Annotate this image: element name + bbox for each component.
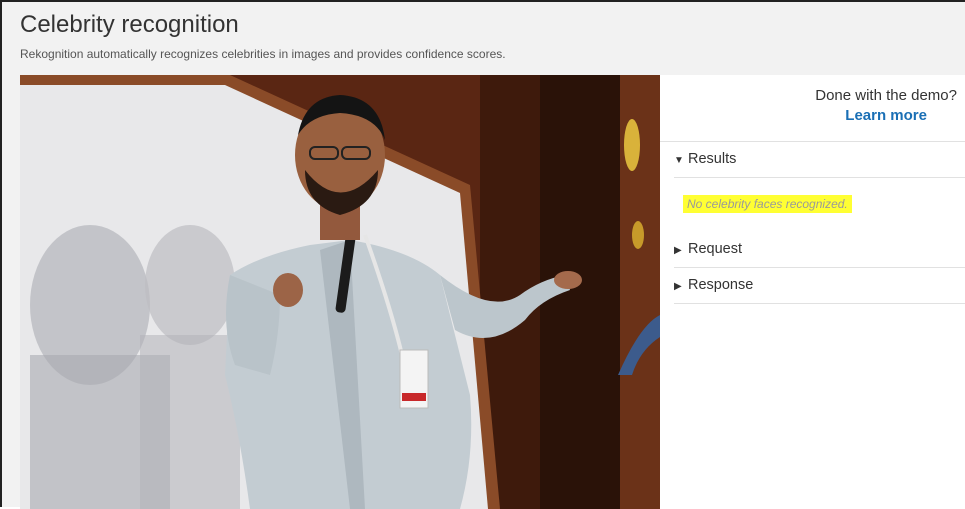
uploaded-photo (20, 75, 660, 509)
done-with-demo: Done with the demo? Learn more (815, 87, 957, 124)
learn-more-link[interactable]: Learn more (815, 107, 927, 124)
chevron-down-icon: ▼ (674, 155, 684, 166)
demo-frame: Celebrity recognition Rekognition automa… (0, 0, 965, 509)
no-faces-message: No celebrity faces recognized. (683, 195, 852, 213)
chevron-right-icon: ▶ (674, 281, 682, 292)
results-section-toggle[interactable]: ▼ Results (674, 151, 965, 178)
panel-divider (660, 141, 965, 142)
response-label: Response (688, 277, 754, 293)
page-title: Celebrity recognition (20, 11, 239, 38)
request-section-toggle[interactable]: ▶ Request (674, 241, 965, 268)
page-header: Celebrity recognition Rekognition automa… (20, 10, 965, 61)
request-label: Request (688, 241, 743, 257)
results-label: Results (688, 151, 737, 167)
chevron-right-icon: ▶ (674, 245, 682, 256)
response-section-toggle[interactable]: ▶ Response (674, 277, 965, 304)
page-subtitle: Rekognition automatically recognizes cel… (20, 47, 506, 61)
results-panel: Done with the demo? Learn more ▼ Results … (660, 75, 965, 507)
done-text: Done with the demo? (815, 87, 957, 104)
speaker-photo-illustration (20, 75, 660, 509)
